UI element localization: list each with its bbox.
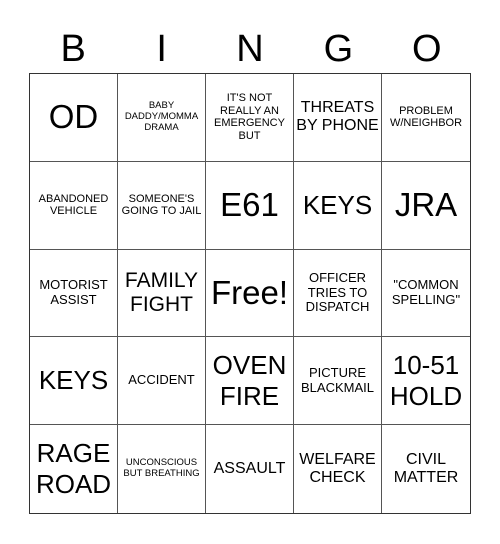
bingo-cell[interactable]: JRA (382, 162, 470, 250)
bingo-cell[interactable]: KEYS (294, 161, 382, 250)
bingo-cell[interactable]: 10-51 HOLD (382, 337, 470, 426)
bingo-cell[interactable]: OVEN FIRE (206, 337, 294, 426)
bingo-cell[interactable]: UNCONSCIOUS BUT BREATHING (118, 425, 206, 513)
bingo-cell[interactable]: KEYS (30, 337, 118, 426)
bingo-cell[interactable]: "COMMON SPELLING" (382, 250, 470, 338)
bingo-cell[interactable]: ASSAULT (206, 425, 294, 513)
bingo-cell[interactable]: OD (30, 74, 118, 162)
bingo-grid: OD BABY DADDY/MOMMA DRAMA IT'S NOT REALLY … (29, 73, 471, 514)
free-space-cell[interactable]: Free! (206, 249, 294, 338)
bingo-cell[interactable]: ACCIDENT (118, 337, 206, 426)
bingo-cell[interactable]: OFFICER TRIES TO DISPATCH (294, 249, 382, 338)
bingo-cell[interactable]: E61 (206, 161, 294, 250)
bingo-cell[interactable]: PICTURE BLACKMAIL (294, 337, 382, 426)
bingo-cell[interactable]: IT'S NOT REALLY AN EMERGENCY BUT (206, 74, 294, 162)
bingo-cell[interactable]: ABANDONED VEHICLE (30, 161, 118, 250)
bingo-cell[interactable]: THREATS BY PHONE (294, 74, 382, 162)
header-letter-b: B (60, 28, 86, 70)
bingo-cell[interactable]: RAGE ROAD (30, 425, 118, 513)
bingo-header: B I N G O (29, 26, 471, 72)
header-letter-i: I (156, 28, 167, 70)
bingo-cell[interactable]: BABY DADDY/MOMMA DRAMA (118, 74, 206, 162)
bingo-cell[interactable]: SOMEONE'S GOING TO JAIL (118, 161, 206, 250)
header-letter-n: N (236, 28, 264, 70)
header-letter-o: O (412, 28, 442, 70)
bingo-cell[interactable]: WELFARE CHECK (294, 425, 382, 513)
bingo-cell[interactable]: CIVIL MATTER (382, 425, 470, 513)
bingo-cell[interactable]: FAMILY FIGHT (118, 249, 206, 338)
header-letter-g: G (323, 28, 354, 70)
bingo-cell[interactable]: MOTORIST ASSIST (30, 249, 118, 338)
bingo-cell[interactable]: PROBLEM W/NEIGHBOR (382, 74, 470, 162)
